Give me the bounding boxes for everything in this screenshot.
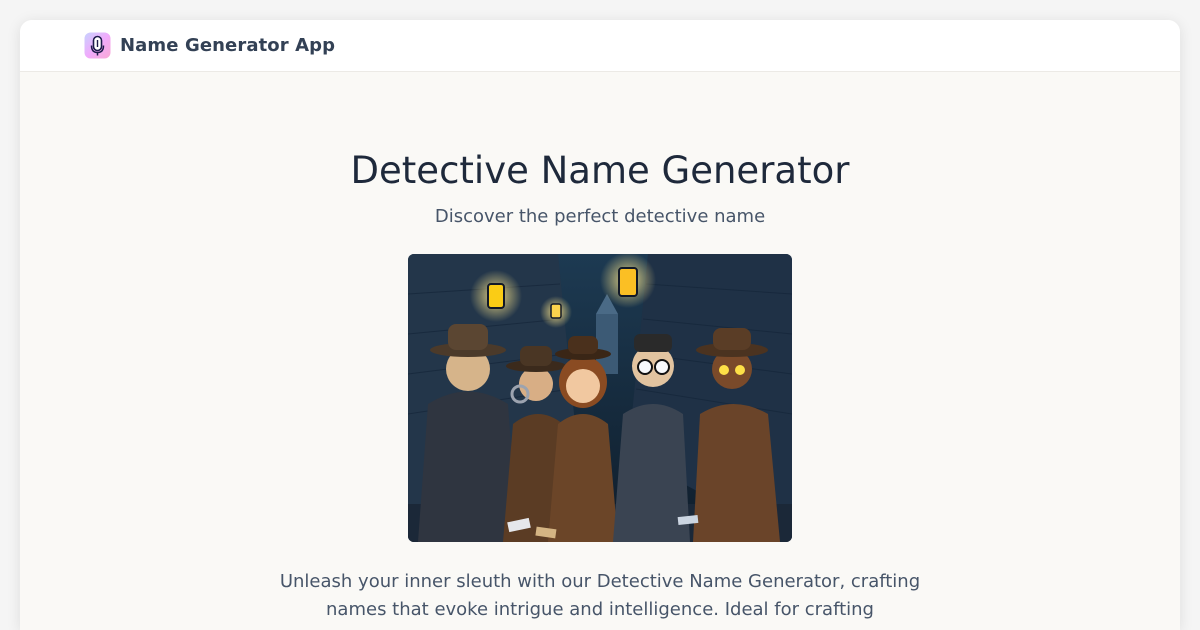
page-title: Detective Name Generator bbox=[350, 149, 850, 192]
page-subtitle: Discover the perfect detective name bbox=[434, 206, 766, 227]
hero-section: Detective Name Generator Discover the pe… bbox=[20, 72, 1180, 624]
page-description: Unleash your inner sleuth with our Detec… bbox=[279, 571, 921, 620]
microphone-logo-icon bbox=[84, 32, 111, 59]
app-window: Name Generator App Detective Name Genera… bbox=[20, 20, 1180, 630]
brand-link[interactable]: Name Generator App bbox=[84, 32, 335, 59]
detectives-illustration bbox=[408, 254, 792, 542]
navbar: Name Generator App bbox=[20, 20, 1180, 72]
app-name: Name Generator App bbox=[120, 35, 336, 56]
